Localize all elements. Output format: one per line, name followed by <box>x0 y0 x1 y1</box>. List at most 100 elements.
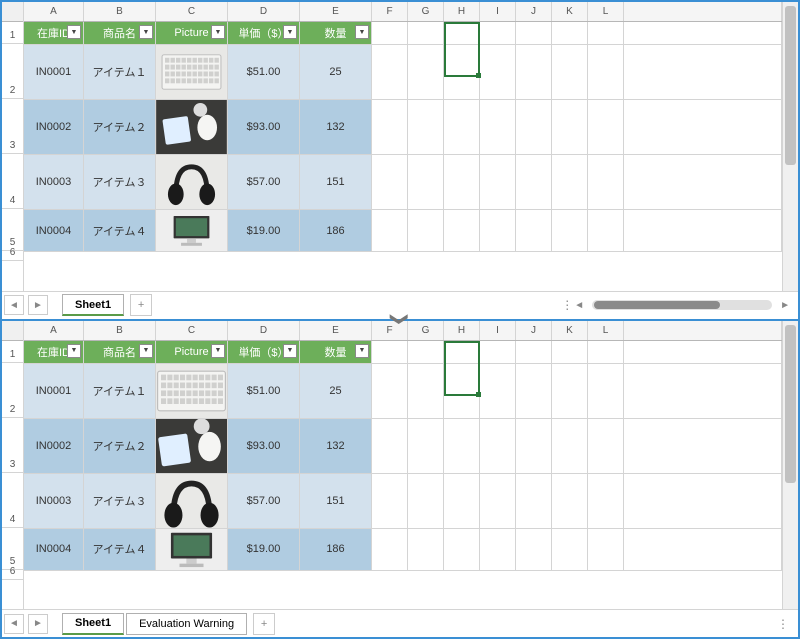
row-header-5[interactable]: 5 <box>2 209 23 251</box>
col-header-I[interactable]: I <box>480 321 516 340</box>
horizontal-scrollbar[interactable] <box>592 300 772 310</box>
col-header-L[interactable]: L <box>588 2 624 21</box>
header-cell-D[interactable]: 単価（$）▼ <box>228 22 300 44</box>
scroll-right-icon[interactable]: ► <box>780 300 790 311</box>
add-sheet-button[interactable]: + <box>253 613 275 635</box>
next-sheet-button[interactable]: ► <box>28 295 48 315</box>
cell-id[interactable]: IN0004 <box>24 529 84 570</box>
select-all-corner[interactable] <box>2 321 23 341</box>
next-sheet-button[interactable]: ► <box>28 614 48 634</box>
cell-price[interactable]: $57.00 <box>228 474 300 528</box>
col-header-H[interactable]: H <box>444 321 480 340</box>
col-header-D[interactable]: D <box>228 321 300 340</box>
cell-blank[interactable] <box>444 45 480 99</box>
row-header-3[interactable]: 3 <box>2 418 23 473</box>
prev-sheet-button[interactable]: ◄ <box>4 614 24 634</box>
cell-blank[interactable] <box>372 419 408 473</box>
cell-blank[interactable] <box>588 474 624 528</box>
cell-name[interactable]: アイテム１ <box>84 364 156 418</box>
col-header-F[interactable]: F <box>372 2 408 21</box>
cell-blank[interactable] <box>408 364 444 418</box>
header-cell-C[interactable]: Picture▼ <box>156 341 228 363</box>
cell-blank[interactable] <box>516 100 552 154</box>
cell-price[interactable]: $93.00 <box>228 100 300 154</box>
cell-price[interactable]: $57.00 <box>228 155 300 209</box>
header-cell-B[interactable]: 商品名▼ <box>84 22 156 44</box>
cell-blank[interactable] <box>552 22 588 44</box>
cell-name[interactable]: アイテム３ <box>84 155 156 209</box>
footer-menu-icon[interactable]: ⋮ <box>561 298 574 312</box>
cell-blank[interactable] <box>444 529 480 570</box>
cell-qty[interactable]: 186 <box>300 210 372 251</box>
cell-price[interactable]: $51.00 <box>228 45 300 99</box>
cell-blank[interactable] <box>408 341 444 363</box>
cell-blank[interactable] <box>516 419 552 473</box>
cell-qty[interactable]: 132 <box>300 100 372 154</box>
cell-id[interactable]: IN0003 <box>24 474 84 528</box>
scroll-left-icon[interactable]: ◄ <box>574 300 584 311</box>
filter-dropdown-icon[interactable]: ▼ <box>283 344 297 358</box>
cell-blank[interactable] <box>552 529 588 570</box>
filter-dropdown-icon[interactable]: ▼ <box>211 25 225 39</box>
header-cell-A[interactable]: 在庫ID▼ <box>24 22 84 44</box>
add-sheet-button[interactable]: + <box>130 294 152 316</box>
cell-id[interactable]: IN0002 <box>24 419 84 473</box>
cell-blank[interactable] <box>516 155 552 209</box>
cell-blank[interactable] <box>444 419 480 473</box>
cell-blank[interactable] <box>588 155 624 209</box>
col-header-C[interactable]: C <box>156 321 228 340</box>
cell-blank[interactable] <box>480 364 516 418</box>
header-cell-B[interactable]: 商品名▼ <box>84 341 156 363</box>
cell-blank[interactable] <box>480 210 516 251</box>
cell-price[interactable]: $19.00 <box>228 210 300 251</box>
cell-blank[interactable] <box>444 210 480 251</box>
cell-blank[interactable] <box>444 341 480 363</box>
cell-qty[interactable]: 132 <box>300 419 372 473</box>
cell-name[interactable]: アイテム２ <box>84 419 156 473</box>
col-header-B[interactable]: B <box>84 321 156 340</box>
col-header-D[interactable]: D <box>228 2 300 21</box>
row-header-1[interactable]: 1 <box>2 22 23 44</box>
cell-qty[interactable]: 25 <box>300 45 372 99</box>
filter-dropdown-icon[interactable]: ▼ <box>355 344 369 358</box>
cell-picture[interactable] <box>156 155 228 209</box>
cell-id[interactable]: IN0003 <box>24 155 84 209</box>
col-header-J[interactable]: J <box>516 321 552 340</box>
col-header-B[interactable]: B <box>84 2 156 21</box>
cell-blank[interactable] <box>372 100 408 154</box>
col-header-A[interactable]: A <box>24 321 84 340</box>
filter-dropdown-icon[interactable]: ▼ <box>211 344 225 358</box>
row-header-2[interactable]: 2 <box>2 363 23 418</box>
cell-blank[interactable] <box>480 341 516 363</box>
row-header-1[interactable]: 1 <box>2 341 23 363</box>
col-header-I[interactable]: I <box>480 2 516 21</box>
cell-blank[interactable] <box>552 210 588 251</box>
cell-blank[interactable] <box>372 364 408 418</box>
cell-qty[interactable]: 151 <box>300 474 372 528</box>
cell-blank[interactable] <box>444 100 480 154</box>
cell-blank[interactable] <box>480 419 516 473</box>
col-header-G[interactable]: G <box>408 321 444 340</box>
cell-blank[interactable] <box>588 45 624 99</box>
cell-blank[interactable] <box>444 474 480 528</box>
cell-blank[interactable] <box>552 419 588 473</box>
cell-blank[interactable] <box>516 364 552 418</box>
cell-blank[interactable] <box>552 100 588 154</box>
cell-blank[interactable] <box>480 100 516 154</box>
cell-blank[interactable] <box>480 529 516 570</box>
cell-blank[interactable] <box>444 364 480 418</box>
cell-name[interactable]: アイテム４ <box>84 210 156 251</box>
cell-blank[interactable] <box>480 155 516 209</box>
header-cell-A[interactable]: 在庫ID▼ <box>24 341 84 363</box>
cell-picture[interactable] <box>156 100 228 154</box>
cell-blank[interactable] <box>552 364 588 418</box>
cell-blank[interactable] <box>516 210 552 251</box>
cell-blank[interactable] <box>588 210 624 251</box>
prev-sheet-button[interactable]: ◄ <box>4 295 24 315</box>
sheet-tab-evaluation-warning[interactable]: Evaluation Warning <box>126 613 247 635</box>
cell-blank[interactable] <box>372 155 408 209</box>
col-header-K[interactable]: K <box>552 2 588 21</box>
cell-blank[interactable] <box>408 529 444 570</box>
header-cell-E[interactable]: 数量▼ <box>300 22 372 44</box>
cell-blank[interactable] <box>516 341 552 363</box>
